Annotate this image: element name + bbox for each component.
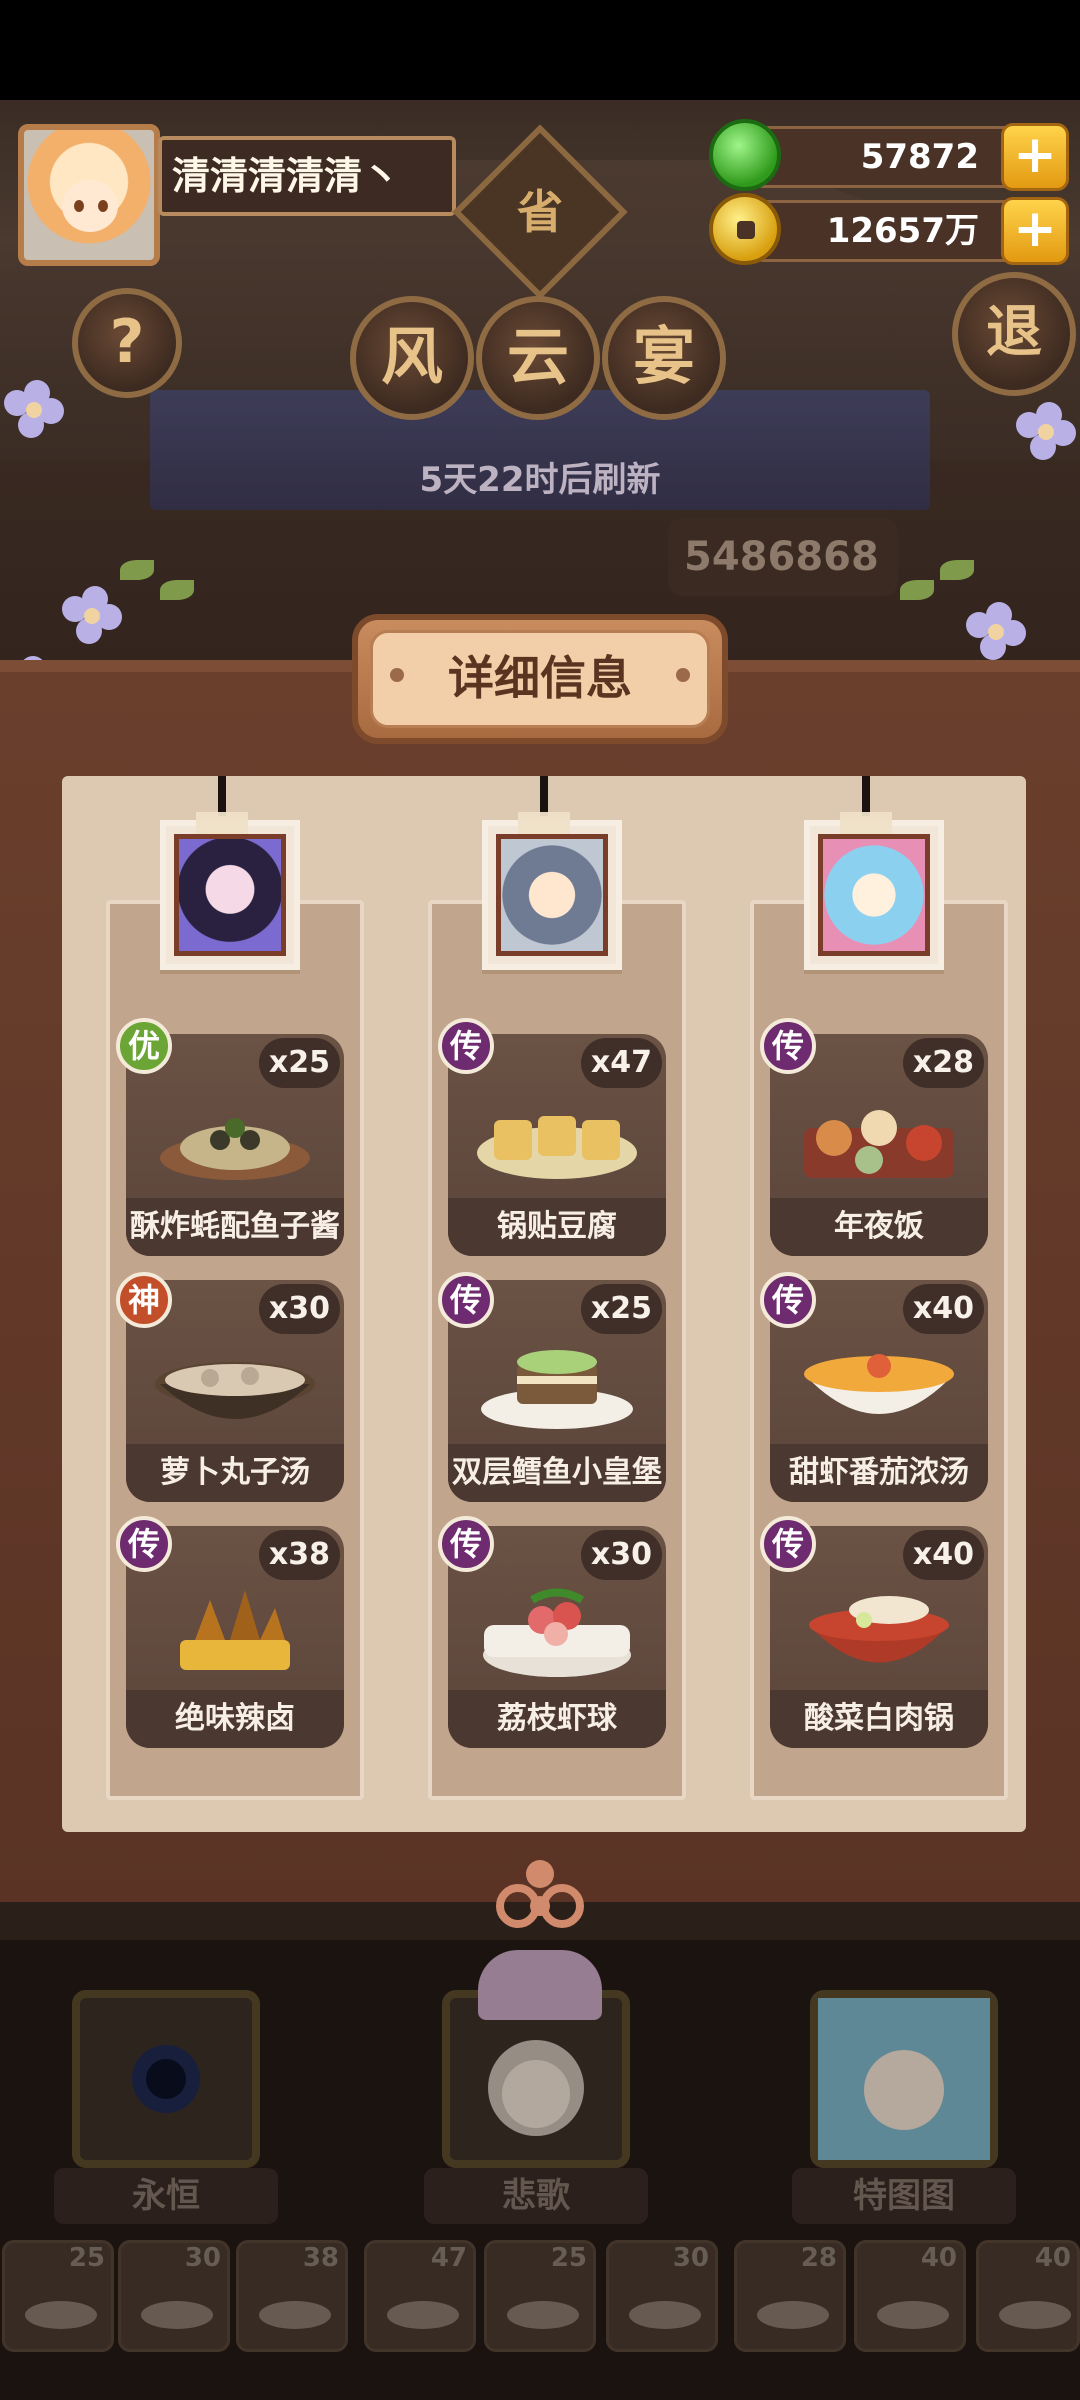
dish-count: x40 <box>902 1284 984 1334</box>
dish-image <box>809 1596 949 1663</box>
gold-coin-icon <box>709 193 781 265</box>
score-display: 5486868 <box>668 518 898 596</box>
title-char-yun: 云 <box>476 296 600 420</box>
tape <box>196 812 248 834</box>
exit-button[interactable]: 退 <box>952 272 1076 396</box>
bottom-shade <box>0 1940 1080 2400</box>
player-name: 清清清清清丶 <box>158 136 456 216</box>
avatar-face <box>62 180 118 232</box>
chef-portrait-3[interactable] <box>804 820 944 970</box>
leaf-decoration <box>160 580 194 600</box>
dish-image <box>160 1118 310 1180</box>
dish-image <box>477 1116 637 1179</box>
rarity-badge-chuan: 传 <box>116 1516 172 1572</box>
dish-count: x25 <box>580 1284 662 1334</box>
dish-name: 甜虾番茄浓汤 <box>770 1444 988 1502</box>
title-char-feng: 风 <box>350 296 474 420</box>
dish-name: 双层鳕鱼小皇堡 <box>448 1444 666 1502</box>
province-label: 省 <box>517 185 563 239</box>
flower-decoration <box>1016 402 1076 462</box>
chef-portrait-1[interactable] <box>160 820 300 970</box>
rarity-badge-you: 优 <box>116 1018 172 1074</box>
dish-count: x40 <box>902 1530 984 1580</box>
dish-name: 酥炸蚝配鱼子酱 <box>126 1198 344 1256</box>
dish-name: 酸菜白肉锅 <box>770 1690 988 1748</box>
dish-image <box>481 1350 633 1429</box>
panel-title-plate: 详细信息 <box>352 614 728 744</box>
avatar-eye <box>74 200 84 212</box>
rarity-badge-chuan: 传 <box>438 1018 494 1074</box>
dish-name: 锅贴豆腐 <box>448 1198 666 1256</box>
rarity-badge-chuan: 传 <box>760 1272 816 1328</box>
help-button[interactable]: ? <box>72 288 182 398</box>
dish-count: x28 <box>902 1038 984 1088</box>
add-gold-button[interactable]: + <box>1001 197 1069 265</box>
rarity-badge-chuan: 传 <box>760 1018 816 1074</box>
portrait-pin <box>862 776 870 816</box>
flower-decoration <box>966 602 1026 662</box>
dish-image <box>155 1362 315 1419</box>
dish-image <box>483 1588 631 1677</box>
flower-decoration <box>4 380 64 440</box>
rarity-badge-chuan: 传 <box>760 1516 816 1572</box>
dish-count: x30 <box>258 1284 340 1334</box>
leaf-decoration <box>940 560 974 580</box>
dish-count: x38 <box>258 1530 340 1580</box>
dish-image <box>804 1110 954 1178</box>
flower-decoration <box>62 586 122 646</box>
add-jade-button[interactable]: + <box>1001 123 1069 191</box>
status-bar <box>0 0 1080 100</box>
dish-image <box>804 1354 954 1414</box>
jade-currency: 57872 + <box>709 119 1069 191</box>
dish-count: x47 <box>580 1038 662 1088</box>
dish-name: 荔枝虾球 <box>448 1690 666 1748</box>
rarity-badge-shen: 神 <box>116 1272 172 1328</box>
jade-value: 57872 <box>860 137 979 177</box>
refresh-timer: 5天22时后刷新 <box>419 460 661 500</box>
jade-coin-icon <box>709 119 781 191</box>
title-char-yan: 宴 <box>602 296 726 420</box>
tape <box>518 812 570 834</box>
leaf-decoration <box>120 560 154 580</box>
portrait-pin <box>218 776 226 816</box>
avatar-eye <box>98 200 108 212</box>
chef-portrait-2[interactable] <box>482 820 622 970</box>
dish-name: 绝味辣卤 <box>126 1690 344 1748</box>
player-avatar[interactable] <box>18 124 160 266</box>
gold-currency: 12657万 + <box>709 193 1069 265</box>
rarity-badge-chuan: 传 <box>438 1516 494 1572</box>
title-dot <box>390 668 404 682</box>
dish-count: x25 <box>258 1038 340 1088</box>
dish-name: 萝卜丸子汤 <box>126 1444 344 1502</box>
gold-value: 12657万 <box>826 211 979 251</box>
dish-image <box>180 1590 290 1670</box>
dish-name: 年夜饭 <box>770 1198 988 1256</box>
dish-count: x30 <box>580 1530 662 1580</box>
panel-title: 详细信息 <box>370 630 710 728</box>
rarity-badge-chuan: 传 <box>438 1272 494 1328</box>
title-dot <box>676 668 690 682</box>
portrait-pin <box>540 776 548 816</box>
leaf-decoration <box>900 580 934 600</box>
tape <box>840 812 892 834</box>
